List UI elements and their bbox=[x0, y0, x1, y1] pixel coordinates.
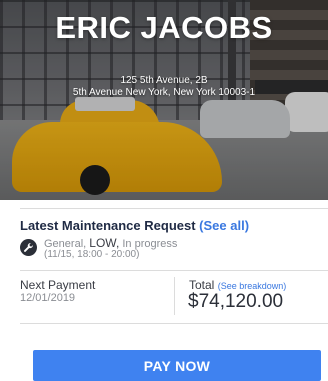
request-time-window: (11/15, 18:00 - 20:00) bbox=[44, 249, 140, 260]
next-payment-date: 12/01/2019 bbox=[20, 292, 76, 304]
total-heading: Total (See breakdown) bbox=[189, 278, 286, 292]
maintenance-section: Latest Maintenance Request (See all) Gen… bbox=[20, 218, 320, 260]
see-all-link[interactable]: (See all) bbox=[199, 218, 249, 233]
pay-now-button[interactable]: PAY NOW bbox=[33, 350, 321, 381]
total-amount: $74,120.00 bbox=[188, 291, 284, 312]
see-breakdown-link[interactable]: (See breakdown) bbox=[218, 281, 287, 291]
total-label: Total bbox=[189, 278, 215, 292]
divider bbox=[20, 270, 328, 271]
divider bbox=[20, 323, 328, 324]
vertical-divider bbox=[174, 277, 175, 315]
next-payment-label: Next Payment bbox=[20, 278, 96, 292]
divider bbox=[20, 208, 328, 209]
request-priority: LOW, bbox=[89, 236, 120, 250]
property-photo: ERIC JACOBS 125 5th Avenue, 2B 5th Avenu… bbox=[0, 0, 328, 200]
address-line2: 5th Avenue New York, New York 10003-1 bbox=[72, 87, 256, 98]
maintenance-heading: Latest Maintenance Request (See all) bbox=[20, 218, 320, 233]
request-summary: General, LOW, In progress bbox=[44, 236, 177, 250]
maintenance-request-item[interactable]: General, LOW, In progress (11/15, 18:00 … bbox=[20, 236, 320, 266]
maintenance-title: Latest Maintenance Request bbox=[20, 218, 196, 233]
address-line1: 125 5th Avenue, 2B bbox=[120, 75, 208, 86]
wrench-badge-icon bbox=[20, 239, 37, 256]
tenant-name: ERIC JACOBS bbox=[55, 10, 273, 45]
